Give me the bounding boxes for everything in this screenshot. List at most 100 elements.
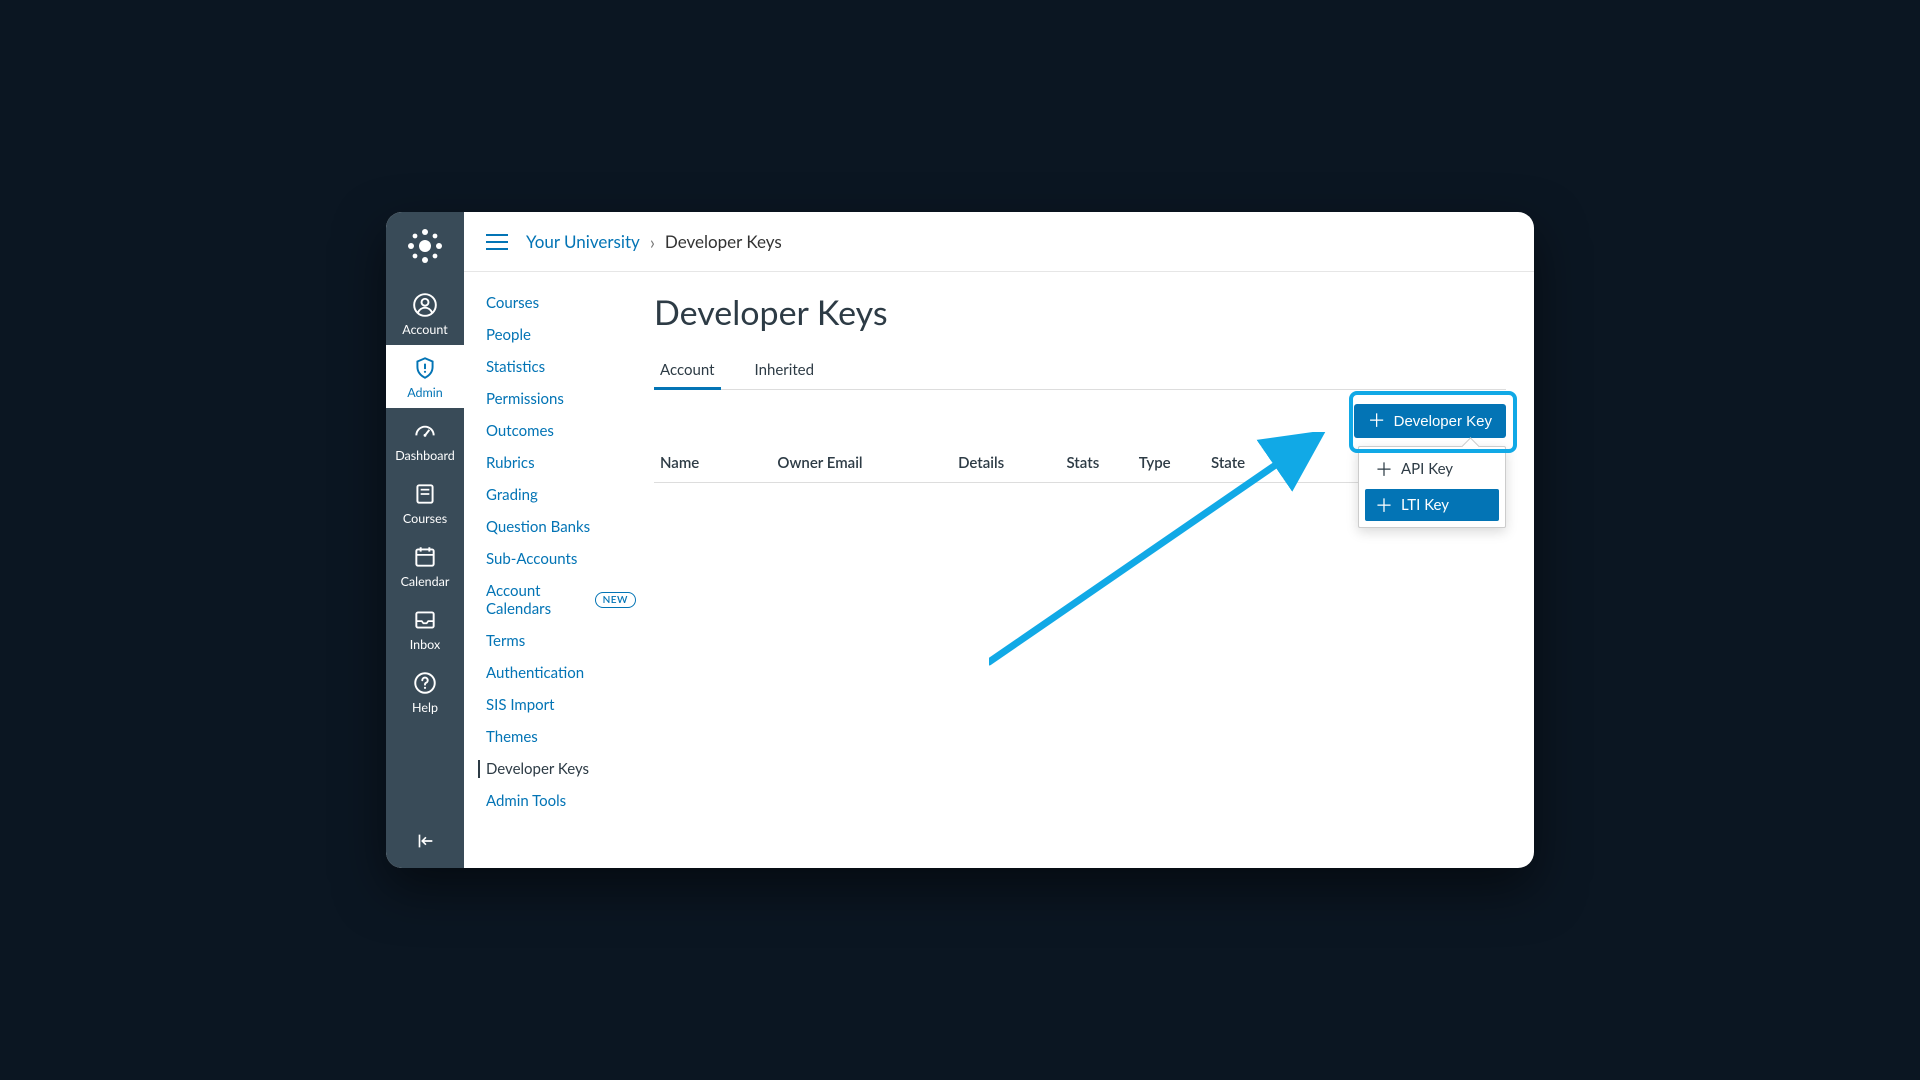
tab-inherited[interactable]: Inherited <box>749 353 820 390</box>
dropdown-label: LTI Key <box>1401 496 1449 514</box>
subnav-item-authentication[interactable]: Authentication <box>486 664 644 682</box>
subnav-link[interactable]: SIS Import <box>486 696 644 714</box>
subnav-link[interactable]: Courses <box>486 294 644 312</box>
dropdown-item-api-key[interactable]: ＋ API Key <box>1365 453 1499 485</box>
subnav-label: Themes <box>486 728 538 746</box>
button-label: Developer Key <box>1394 413 1492 430</box>
breadcrumb-current: Developer Keys <box>665 231 782 252</box>
subnav-item-sis-import[interactable]: SIS Import <box>486 696 644 714</box>
subnav-label: Authentication <box>486 664 584 682</box>
subnav-item-people[interactable]: People <box>486 326 644 344</box>
subnav-label: Courses <box>486 294 539 312</box>
book-icon <box>412 481 438 507</box>
subnav-link[interactable]: Authentication <box>486 664 644 682</box>
help-icon <box>412 670 438 696</box>
col-details: Details <box>958 454 1066 472</box>
subnav-item-rubrics[interactable]: Rubrics <box>486 454 644 472</box>
subnav-item-question-banks[interactable]: Question Banks <box>486 518 644 536</box>
new-badge: NEW <box>595 592 636 608</box>
subnav-label: Account Calendars <box>486 582 595 618</box>
inbox-icon <box>412 607 438 633</box>
developer-key-dropdown: ＋ API Key ＋ LTI Key <box>1358 446 1506 528</box>
nav-label: Courses <box>403 511 447 526</box>
nav-label: Dashboard <box>395 448 455 463</box>
subnav-label: Rubrics <box>486 454 535 472</box>
nav-calendar[interactable]: Calendar <box>386 534 464 597</box>
breadcrumb: Your University › Developer Keys <box>526 231 782 253</box>
nav-help[interactable]: Help <box>386 660 464 723</box>
plus-icon: ＋ <box>1375 496 1393 514</box>
subnav-link[interactable]: Permissions <box>486 390 644 408</box>
subnav-label: Developer Keys <box>486 760 589 778</box>
col-type: Type <box>1139 454 1211 472</box>
subnav-item-permissions[interactable]: Permissions <box>486 390 644 408</box>
gauge-icon <box>412 418 438 444</box>
subnav-item-developer-keys[interactable]: Developer Keys <box>478 760 644 778</box>
subnav-item-terms[interactable]: Terms <box>486 632 644 650</box>
add-developer-key-button[interactable]: ＋ Developer Key <box>1354 404 1506 438</box>
calendar-icon <box>412 544 438 570</box>
global-nav: Account Admin Dashboard Courses Calendar <box>386 212 464 868</box>
nav-courses[interactable]: Courses <box>386 471 464 534</box>
subnav-label: Admin Tools <box>486 792 566 810</box>
subnav-link[interactable]: People <box>486 326 644 344</box>
subnav-label: People <box>486 326 531 344</box>
hamburger-menu-button[interactable] <box>486 234 508 250</box>
subnav-label: Outcomes <box>486 422 554 440</box>
subnav-label: Terms <box>486 632 525 650</box>
tabs: Account Inherited <box>654 353 1506 390</box>
subnav-item-account-calendars[interactable]: Account CalendarsNEW <box>486 582 644 618</box>
subnav-link[interactable]: Terms <box>486 632 644 650</box>
nav-label: Admin <box>407 385 443 400</box>
chevron-right-icon: › <box>650 231 655 253</box>
subnav-item-admin-tools[interactable]: Admin Tools <box>486 792 644 810</box>
subnav-link[interactable]: Outcomes <box>486 422 644 440</box>
collapse-sidebar-button[interactable] <box>386 830 464 852</box>
subnav-label: Grading <box>486 486 538 504</box>
subnav-link[interactable]: Admin Tools <box>486 792 644 810</box>
plus-icon: ＋ <box>1368 412 1386 430</box>
tab-account[interactable]: Account <box>654 353 721 390</box>
subnav-label: Question Banks <box>486 518 590 536</box>
subnav-link[interactable]: Question Banks <box>486 518 644 536</box>
canvas-logo-icon <box>405 226 445 266</box>
subnav-link[interactable]: Grading <box>486 486 644 504</box>
subnav-item-outcomes[interactable]: Outcomes <box>486 422 644 440</box>
subnav-label: SIS Import <box>486 696 555 714</box>
subnav-link[interactable]: Themes <box>486 728 644 746</box>
subnav-item-sub-accounts[interactable]: Sub-Accounts <box>486 550 644 568</box>
page-title: Developer Keys <box>654 292 1506 333</box>
nav-label: Account <box>402 322 447 337</box>
subnav-label: Permissions <box>486 390 564 408</box>
account-icon <box>412 292 438 318</box>
col-state: State <box>1211 454 1283 472</box>
plus-icon: ＋ <box>1375 460 1393 478</box>
subnav-link[interactable]: Sub-Accounts <box>486 550 644 568</box>
subnav-label: Statistics <box>486 358 545 376</box>
account-subnav: Courses People Statistics Permissions Outcom… <box>464 272 644 868</box>
subnav-item-themes[interactable]: Themes <box>486 728 644 746</box>
breadcrumb-root-link[interactable]: Your University <box>526 231 640 252</box>
subnav-link[interactable]: Rubrics <box>486 454 644 472</box>
content: Developer Keys Account Inherited ＋ Devel… <box>644 272 1534 868</box>
topbar: Your University › Developer Keys <box>464 212 1534 272</box>
subnav-link[interactable]: Statistics <box>486 358 644 376</box>
nav-dashboard[interactable]: Dashboard <box>386 408 464 471</box>
main-area: Your University › Developer Keys Courses… <box>464 212 1534 868</box>
col-stats: Stats <box>1066 454 1138 472</box>
subnav-item-grading[interactable]: Grading <box>486 486 644 504</box>
nav-label: Calendar <box>401 574 450 589</box>
nav-inbox[interactable]: Inbox <box>386 597 464 660</box>
dropdown-item-lti-key[interactable]: ＋ LTI Key <box>1365 489 1499 521</box>
nav-account[interactable]: Account <box>386 282 464 345</box>
nav-label: Inbox <box>410 637 440 652</box>
subnav-label: Sub-Accounts <box>486 550 577 568</box>
nav-label: Help <box>412 700 438 715</box>
subnav-link[interactable]: Account CalendarsNEW <box>486 582 644 618</box>
subnav-link[interactable]: Developer Keys <box>486 760 644 778</box>
shield-icon <box>412 355 438 381</box>
subnav-item-courses[interactable]: Courses <box>486 294 644 312</box>
nav-admin[interactable]: Admin <box>386 345 464 408</box>
dropdown-label: API Key <box>1401 460 1453 478</box>
subnav-item-statistics[interactable]: Statistics <box>486 358 644 376</box>
